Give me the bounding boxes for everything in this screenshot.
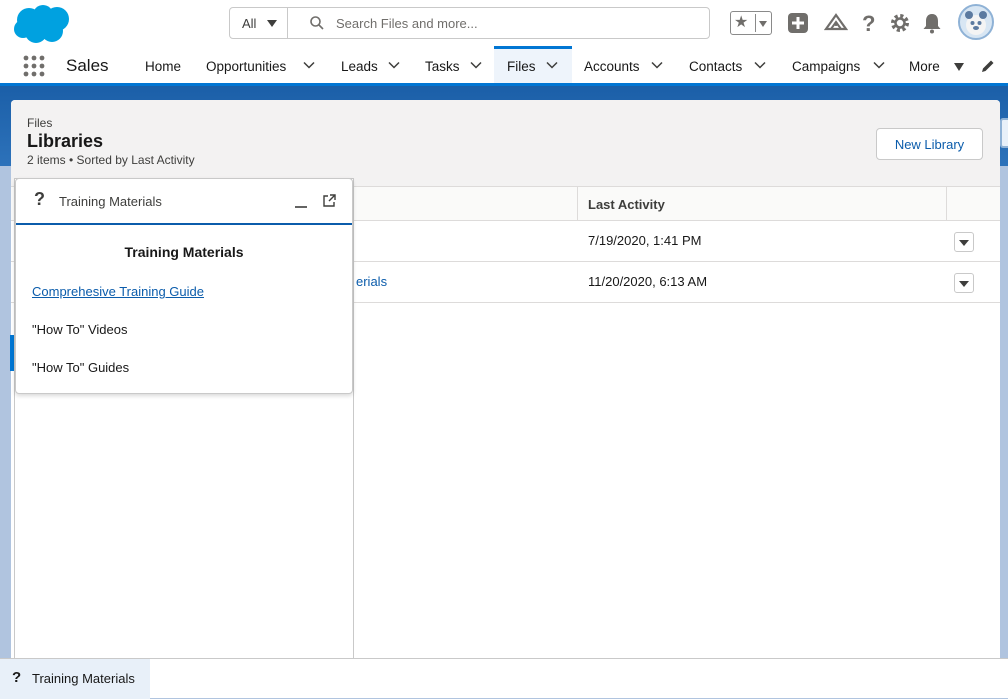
app-launcher-icon[interactable]	[22, 54, 46, 78]
app-name: Sales	[66, 56, 109, 75]
utility-bar: ? Training Materials	[0, 658, 1008, 699]
breadcrumb: Files	[27, 116, 53, 130]
row-actions-button[interactable]	[954, 232, 974, 252]
row-actions-button[interactable]	[954, 273, 974, 293]
user-avatar[interactable]	[958, 4, 994, 40]
chevron-down-icon	[759, 21, 767, 27]
popout-icon[interactable]	[321, 193, 337, 209]
panel-header: ? Training Materials	[16, 179, 352, 225]
setup-gear-icon[interactable]	[888, 11, 912, 35]
chevron-down-icon[interactable]	[651, 59, 663, 71]
search-scope-select[interactable]: All	[230, 8, 288, 38]
column-divider	[946, 187, 947, 221]
utility-item-label: Training Materials	[32, 671, 135, 686]
svg-text:?: ?	[862, 11, 875, 35]
column-header-last-activity[interactable]: Last Activity	[588, 187, 665, 221]
nav-tab-files[interactable]: Files	[494, 46, 572, 83]
search-icon	[310, 16, 324, 30]
question-icon: ?	[12, 669, 22, 686]
new-library-button[interactable]: New Library	[876, 128, 983, 160]
nav-tab-label: Leads	[341, 59, 378, 74]
app-navigation: Sales Home Opportunities Leads Tasks Fil…	[0, 46, 1008, 86]
list-meta: 2 items • Sorted by Last Activity	[27, 153, 195, 167]
caret-down-icon[interactable]	[954, 63, 964, 71]
chevron-down-icon	[267, 20, 277, 27]
chevron-down-icon[interactable]	[303, 59, 315, 71]
panel-title: Training Materials	[59, 194, 162, 209]
nav-tab-label: Opportunities	[206, 59, 287, 74]
nav-tab-label: Files	[507, 59, 536, 74]
favorites-button[interactable]: ★	[730, 11, 772, 35]
global-search: All	[229, 7, 710, 39]
salesforce-logo[interactable]	[12, 4, 74, 44]
edit-nav-pencil-icon[interactable]	[980, 58, 996, 74]
search-scope-label: All	[242, 16, 257, 31]
chevron-down-icon[interactable]	[546, 59, 558, 71]
nav-tab-label: More	[909, 59, 940, 74]
side-panel-tab[interactable]	[1000, 118, 1008, 148]
nav-tab-label: Contacts	[689, 59, 743, 74]
help-icon[interactable]: ?	[857, 11, 881, 35]
column-divider	[577, 187, 578, 221]
panel-heading: Training Materials	[124, 244, 244, 260]
library-name[interactable]: erials	[356, 274, 387, 289]
nav-tab-accounts[interactable]: Accounts	[584, 46, 663, 83]
chevron-down-icon	[959, 240, 969, 246]
global-header: All ★ ?	[0, 0, 1008, 46]
list-view-header: Files Libraries 2 items • Sorted by Last…	[11, 100, 1000, 187]
divider	[755, 14, 756, 32]
chevron-down-icon[interactable]	[388, 59, 400, 71]
trailhead-icon[interactable]	[824, 11, 848, 35]
chevron-down-icon	[959, 281, 969, 287]
notifications-bell-icon[interactable]	[920, 11, 944, 35]
training-guide-link[interactable]: Comprehesive Training Guide	[32, 284, 204, 299]
utility-item-training-materials[interactable]: ? Training Materials	[0, 659, 150, 699]
nav-tab-label: Campaigns	[792, 59, 861, 74]
nav-tab-more[interactable]: More	[909, 46, 940, 83]
nav-tab-label: Accounts	[584, 59, 640, 74]
nav-tab-contacts[interactable]: Contacts	[689, 46, 766, 83]
chevron-down-icon[interactable]	[470, 59, 482, 71]
chevron-down-icon[interactable]	[873, 59, 885, 71]
minimize-icon[interactable]	[294, 195, 308, 209]
add-icon[interactable]	[786, 11, 810, 35]
last-activity-cell: 7/19/2020, 1:41 PM	[588, 233, 702, 248]
nav-tab-label: Home	[145, 59, 182, 74]
search-input[interactable]	[334, 12, 694, 34]
page-title: Libraries	[27, 131, 104, 151]
favorites-star-icon: ★	[734, 14, 749, 31]
how-to-videos-item[interactable]: "How To" Videos	[32, 322, 127, 337]
nav-tab-tasks[interactable]: Tasks	[425, 46, 482, 83]
nav-tab-leads[interactable]: Leads	[341, 46, 400, 83]
question-icon: ?	[34, 189, 45, 209]
nav-tab-campaigns[interactable]: Campaigns	[792, 46, 885, 83]
nav-tab-home[interactable]: Home	[145, 46, 181, 83]
avatar-figure-icon	[965, 11, 987, 35]
library-link[interactable]: erials	[356, 274, 387, 289]
chevron-down-icon[interactable]	[754, 59, 766, 71]
how-to-guides-item[interactable]: "How To" Guides	[32, 360, 129, 375]
last-activity-cell: 11/20/2020, 6:13 AM	[588, 274, 708, 289]
nav-tab-opportunities[interactable]: Opportunities	[206, 46, 315, 83]
nav-tab-label: Tasks	[425, 59, 460, 74]
training-materials-panel: ? Training Materials Training Materials …	[15, 178, 353, 394]
